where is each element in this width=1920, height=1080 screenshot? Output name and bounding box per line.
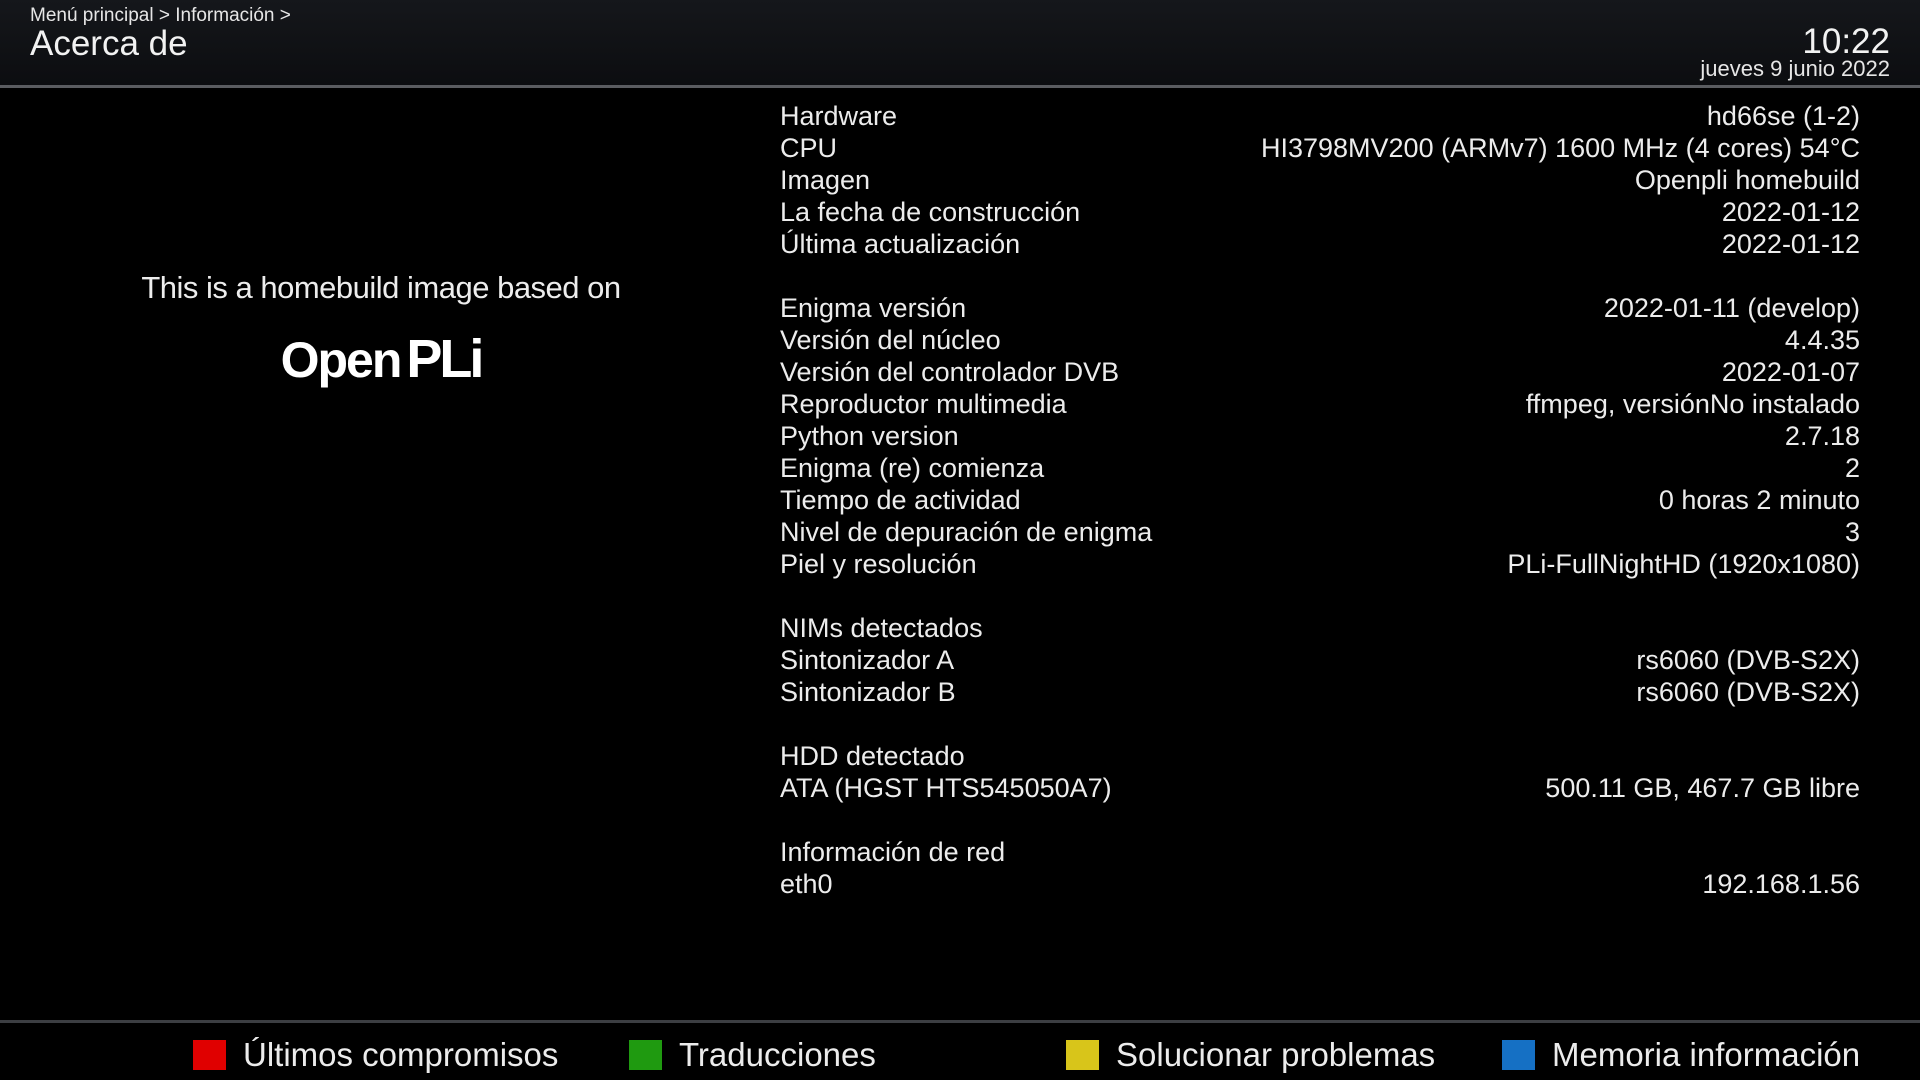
header-bar: Menú principal > Información > Acerca de… xyxy=(0,0,1920,88)
info-row-media-player: Reproductor multimedia ffmpeg, versiónNo… xyxy=(780,388,1860,420)
info-label: La fecha de construcción xyxy=(780,197,1081,227)
section-header-hdd: HDD detectado xyxy=(780,740,1860,772)
info-row-last-update: Última actualización 2022-01-12 xyxy=(780,228,1860,260)
info-row-cpu: CPU HI3798MV200 (ARMv7) 1600 MHz (4 core… xyxy=(780,132,1860,164)
info-value: 2.7.18 xyxy=(1784,421,1860,451)
info-value: 2022-01-12 xyxy=(1721,229,1860,259)
blue-button[interactable]: Memoria información xyxy=(1502,1035,1860,1075)
blue-button-label: Memoria información xyxy=(1552,1036,1861,1073)
info-label: Reproductor multimedia xyxy=(780,389,1067,419)
yellow-key-icon xyxy=(1066,1040,1099,1070)
info-value: 2 xyxy=(1844,453,1860,483)
info-value: hd66se (1-2) xyxy=(1706,101,1860,131)
info-value: rs6060 (DVB-S2X) xyxy=(1636,645,1860,675)
info-label: Versión del núcleo xyxy=(780,325,1001,355)
info-row-tuner-b: Sintonizador B rs6060 (DVB-S2X) xyxy=(780,676,1860,708)
info-label: Piel y resolución xyxy=(780,549,977,579)
info-label: Python version xyxy=(780,421,959,451)
info-row-build-date: La fecha de construcción 2022-01-12 xyxy=(780,196,1860,228)
info-label: CPU xyxy=(780,133,838,163)
info-label: Sintonizador B xyxy=(780,677,956,707)
blue-key-icon xyxy=(1502,1040,1535,1070)
green-key-icon xyxy=(629,1040,662,1070)
red-button-label: Últimos compromisos xyxy=(243,1036,559,1073)
info-value: 2022-01-11 (develop) xyxy=(1603,293,1860,323)
info-row-image: Imagen Openpli homebuild xyxy=(780,164,1860,196)
screen: Menú principal > Información > Acerca de… xyxy=(0,0,1920,1080)
section-header-nims: NIMs detectados xyxy=(780,612,1860,644)
info-row-uptime: Tiempo de actividad 0 horas 2 minuto xyxy=(780,484,1860,516)
info-row-dvb-driver: Versión del controlador DVB 2022-01-07 xyxy=(780,356,1860,388)
info-value: Openpli homebuild xyxy=(1634,165,1860,195)
info-row-python-version: Python version 2.7.18 xyxy=(780,420,1860,452)
info-label: Nivel de depuración de enigma xyxy=(780,517,1153,547)
info-value: HI3798MV200 (ARMv7) 1600 MHz (4 cores) 5… xyxy=(1260,133,1860,163)
date: jueves 9 junio 2022 xyxy=(1700,56,1890,81)
color-button-bar: Últimos compromisos Traducciones Solucio… xyxy=(0,1020,1920,1080)
green-button-label: Traducciones xyxy=(679,1036,876,1073)
about-info-list[interactable]: Hardware hd66se (1-2) CPU HI3798MV200 (A… xyxy=(780,100,1860,900)
section-header-network: Información de red xyxy=(780,836,1860,868)
info-value: 0 horas 2 minuto xyxy=(1658,485,1860,515)
section-header: Información de red xyxy=(780,837,1006,867)
info-row-eth0: eth0 192.168.1.56 xyxy=(780,868,1860,900)
info-value: rs6060 (DVB-S2X) xyxy=(1636,677,1860,707)
info-value: PLi-FullNightHD (1920x1080) xyxy=(1507,549,1860,579)
section-header: NIMs detectados xyxy=(780,613,983,643)
info-label: Versión del controlador DVB xyxy=(780,357,1120,387)
info-row-hdd: ATA (HGST HTS545050A7) 500.11 GB, 467.7 … xyxy=(780,772,1860,804)
info-row-enigma-restarts: Enigma (re) comienza 2 xyxy=(780,452,1860,484)
info-value: ffmpeg, versiónNo instalado xyxy=(1525,389,1860,419)
yellow-button-label: Solucionar problemas xyxy=(1116,1036,1436,1073)
info-label: eth0 xyxy=(780,869,833,899)
info-label: Hardware xyxy=(780,101,898,131)
info-value: 2022-01-07 xyxy=(1721,357,1860,387)
info-value: 4.4.35 xyxy=(1784,325,1860,355)
info-row-debug-level: Nivel de depuración de enigma 3 xyxy=(780,516,1860,548)
info-row-tuner-a: Sintonizador A rs6060 (DVB-S2X) xyxy=(780,644,1860,676)
logo-tagline: This is a homebuild image based on xyxy=(141,270,621,305)
info-label: Enigma versión xyxy=(780,293,967,323)
info-label: Enigma (re) comienza xyxy=(780,453,1045,483)
section-header: HDD detectado xyxy=(780,741,965,771)
info-label: Sintonizador A xyxy=(780,645,955,675)
logo-pli: PLi xyxy=(406,329,484,389)
info-row-enigma-version: Enigma versión 2022-01-11 (develop) xyxy=(780,292,1860,324)
red-button[interactable]: Últimos compromisos xyxy=(193,1035,558,1075)
yellow-button[interactable]: Solucionar problemas xyxy=(1066,1035,1435,1075)
page-title: Acerca de xyxy=(30,24,188,63)
info-label: ATA (HGST HTS545050A7) xyxy=(780,773,1112,803)
green-button[interactable]: Traducciones xyxy=(629,1035,876,1075)
openpli-logo-panel: This is a homebuild image based on Open P… xyxy=(0,270,762,390)
logo-open: Open xyxy=(280,332,403,388)
info-value: 3 xyxy=(1844,517,1860,547)
info-value: 192.168.1.56 xyxy=(1702,869,1860,899)
info-value: 500.11 GB, 467.7 GB libre xyxy=(1545,773,1860,803)
info-row-kernel-version: Versión del núcleo 4.4.35 xyxy=(780,324,1860,356)
openpli-logo: Open PLi xyxy=(0,328,762,390)
info-label: Imagen xyxy=(780,165,871,195)
info-value: 2022-01-12 xyxy=(1721,197,1860,227)
info-row-skin: Piel y resolución PLi-FullNightHD (1920x… xyxy=(780,548,1860,580)
red-key-icon xyxy=(193,1040,226,1070)
info-label: Tiempo de actividad xyxy=(780,485,1021,515)
info-row-hardware: Hardware hd66se (1-2) xyxy=(780,100,1860,132)
info-label: Última actualización xyxy=(780,229,1021,259)
